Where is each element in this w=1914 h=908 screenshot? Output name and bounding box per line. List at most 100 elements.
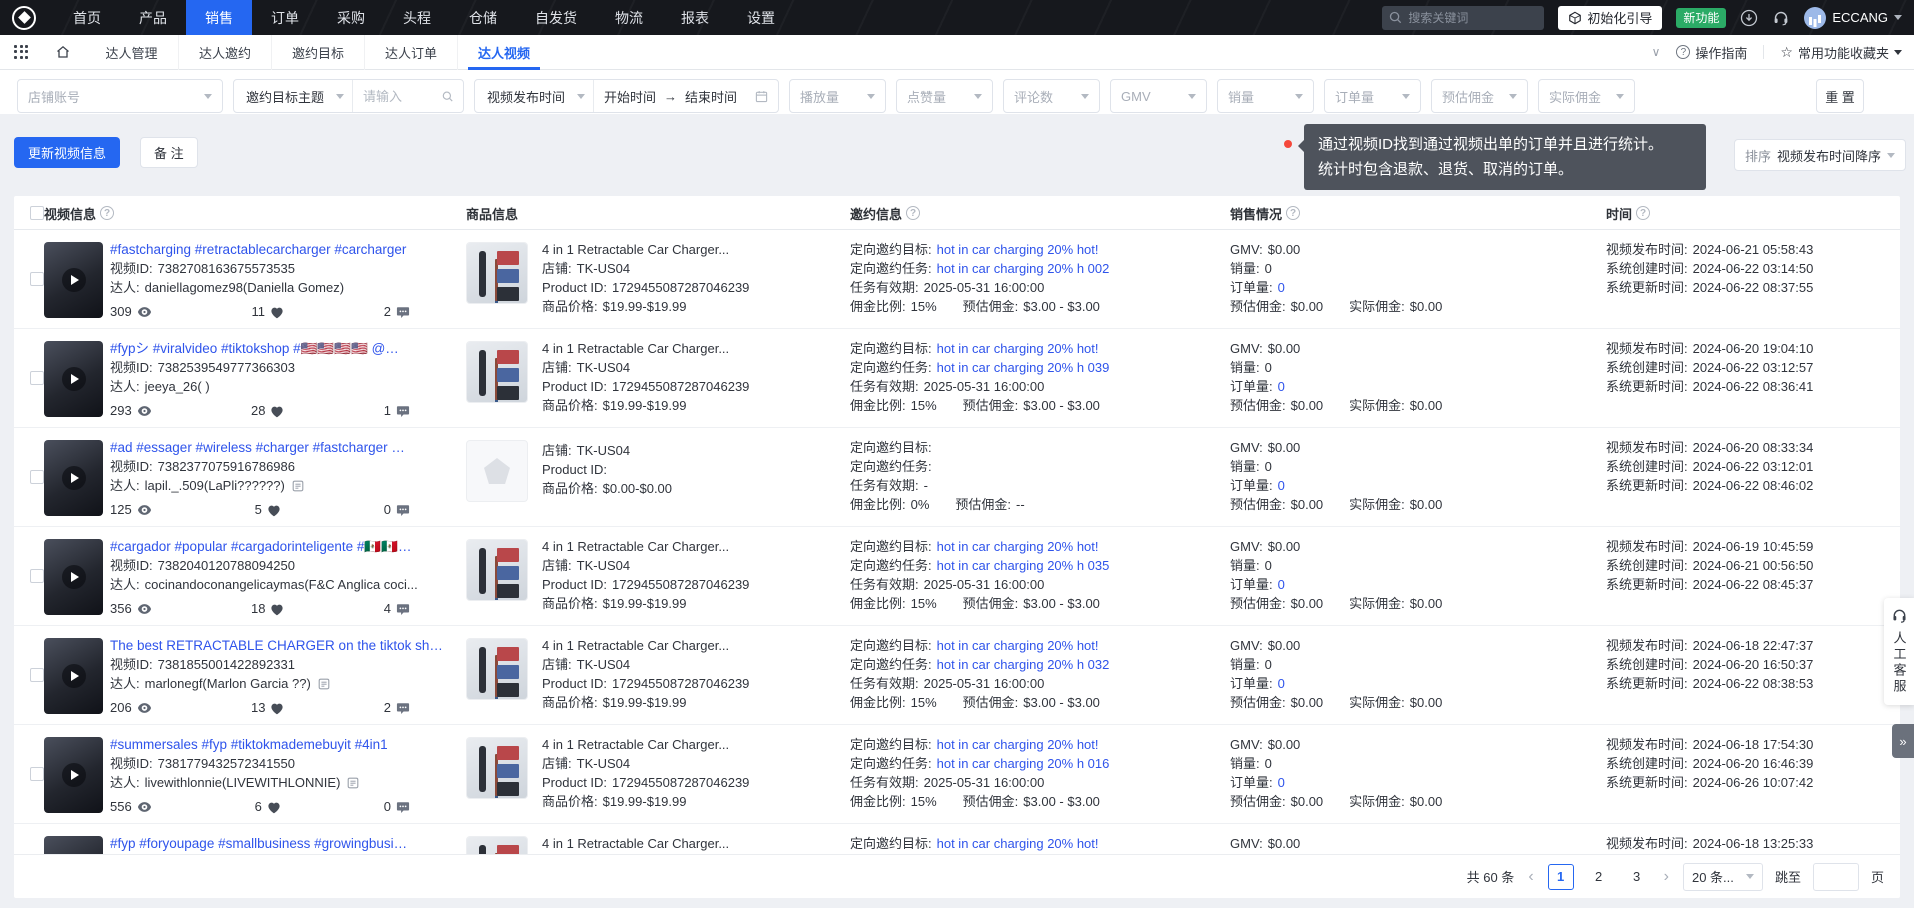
est-commission-filter-select[interactable]: 预估佣金 [1431, 79, 1528, 113]
top-nav-item-reports[interactable]: 报表 [662, 0, 728, 35]
date-range-picker[interactable]: 开始时间 → 结束时间 [593, 80, 778, 112]
operation-guide-link[interactable]: ? 操作指南 [1676, 43, 1747, 62]
info-icon[interactable]: ? [906, 206, 920, 220]
top-nav-item-product[interactable]: 产品 [120, 0, 186, 35]
home-icon[interactable] [55, 44, 71, 60]
video-title-link[interactable]: #ad #essager #wireless #charger #fastcha… [110, 440, 458, 456]
invite-theme-select[interactable]: 邀约目标主题 [234, 80, 352, 112]
order-qty-link[interactable]: 0 [1278, 577, 1285, 593]
keyword-input[interactable] [363, 89, 442, 104]
likes-filter-select[interactable]: 点赞量 [896, 79, 993, 113]
actual-commission-filter-select[interactable]: 实际佣金 [1538, 79, 1635, 113]
apps-grid-icon[interactable] [14, 45, 29, 60]
product-title[interactable]: 4 in 1 Retractable Car Charger... [542, 638, 842, 654]
note-icon[interactable] [347, 777, 359, 789]
product-thumbnail[interactable] [466, 737, 528, 799]
invite-task-link[interactable]: hot in car charging 20% h 039 [937, 360, 1110, 376]
favorites-menu[interactable]: ☆ 常用功能收藏夹 [1780, 43, 1902, 62]
top-nav-item-firstmile[interactable]: 头程 [384, 0, 450, 35]
tab-influencer-orders[interactable]: 达人订单 [364, 35, 457, 70]
product-thumbnail[interactable] [466, 836, 528, 854]
top-nav-item-selffulfill[interactable]: 自发货 [516, 0, 596, 35]
account-menu[interactable]: ECCANG [1804, 7, 1902, 29]
info-icon[interactable]: ? [1286, 206, 1300, 220]
new-feature-button[interactable]: 新功能 [1676, 8, 1726, 28]
orders-filter-select[interactable]: 订单量 [1324, 79, 1421, 113]
video-title-link[interactable]: #fastcharging #retractablecarcharger #ca… [110, 242, 458, 258]
top-nav-item-home[interactable]: 首页 [54, 0, 120, 35]
info-icon[interactable]: ? [100, 206, 114, 220]
top-nav-item-orders[interactable]: 订单 [252, 0, 318, 35]
invite-target-link[interactable]: hot in car charging 20% hot! [937, 539, 1099, 555]
shop-account-select[interactable]: 店铺账号 [17, 79, 223, 113]
comments-filter-select[interactable]: 评论数 [1003, 79, 1100, 113]
views-filter-select[interactable]: 播放量 [789, 79, 886, 113]
page-button-1[interactable]: 1 [1548, 864, 1574, 890]
page-button-3[interactable]: 3 [1624, 864, 1650, 890]
next-page-button[interactable]: › [1662, 868, 1671, 886]
tab-influencer-invitation[interactable]: 达人邀约 [178, 35, 271, 70]
note-button[interactable]: 备 注 [140, 137, 198, 168]
video-thumbnail[interactable] [44, 440, 103, 516]
customer-service-widget[interactable]: 人工客服 [1884, 598, 1914, 705]
page-size-select[interactable]: 20 条... [1683, 863, 1763, 891]
row-checkbox[interactable] [30, 569, 44, 583]
top-nav-item-purchase[interactable]: 采购 [318, 0, 384, 35]
invite-target-link[interactable]: hot in car charging 20% hot! [937, 836, 1099, 852]
brand-logo-icon[interactable] [12, 6, 36, 30]
video-thumbnail[interactable] [44, 737, 103, 813]
order-qty-link[interactable]: 0 [1278, 379, 1285, 395]
download-icon[interactable] [1740, 9, 1758, 27]
order-qty-link[interactable]: 0 [1278, 775, 1285, 791]
note-icon[interactable] [292, 480, 304, 492]
top-nav-item-warehouse[interactable]: 仓储 [450, 0, 516, 35]
video-title-link[interactable]: The best RETRACTABLE CHARGER on the tikt… [110, 638, 458, 654]
product-title[interactable]: 4 in 1 Retractable Car Charger... [542, 737, 842, 753]
update-video-info-button[interactable]: 更新视频信息 [14, 137, 120, 168]
invite-target-link[interactable]: hot in car charging 20% hot! [937, 737, 1099, 753]
invite-task-link[interactable]: hot in car charging 20% h 032 [937, 657, 1110, 673]
product-thumbnail[interactable] [466, 341, 528, 403]
prev-page-button[interactable]: ‹ [1526, 868, 1535, 886]
row-checkbox[interactable] [30, 470, 44, 484]
row-checkbox[interactable] [30, 668, 44, 682]
jump-to-input[interactable] [1813, 863, 1859, 891]
product-title[interactable]: 4 in 1 Retractable Car Charger... [542, 242, 842, 258]
product-thumbnail[interactable] [466, 242, 528, 304]
video-title-link[interactable]: #summersales #fyp #tiktokmademebuyit #4i… [110, 737, 458, 753]
video-thumbnail[interactable] [44, 539, 103, 615]
search-input[interactable] [1382, 6, 1544, 30]
product-thumbnail[interactable] [466, 638, 528, 700]
product-thumbnail[interactable] [466, 539, 528, 601]
init-guide-button[interactable]: 初始化引导 [1558, 6, 1662, 30]
video-thumbnail[interactable] [44, 638, 103, 714]
sort-select[interactable]: 排序 视频发布时间降序 [1734, 139, 1906, 171]
invite-task-link[interactable]: hot in car charging 20% h 016 [937, 756, 1110, 772]
headset-icon[interactable] [1772, 9, 1790, 27]
video-thumbnail[interactable] [44, 836, 103, 854]
tab-influencer-videos[interactable]: 达人视频 [457, 35, 550, 70]
top-nav-item-settings[interactable]: 设置 [728, 0, 794, 35]
info-icon[interactable]: ? [1636, 206, 1650, 220]
invite-target-link[interactable]: hot in car charging 20% hot! [937, 341, 1099, 357]
order-qty-link[interactable]: 0 [1278, 676, 1285, 692]
invite-target-link[interactable]: hot in car charging 20% hot! [937, 638, 1099, 654]
product-title[interactable]: 4 in 1 Retractable Car Charger... [542, 836, 842, 852]
product-title[interactable]: 4 in 1 Retractable Car Charger... [542, 341, 842, 357]
video-thumbnail[interactable] [44, 242, 103, 318]
date-type-select[interactable]: 视频发布时间 [475, 80, 593, 112]
invite-target-link[interactable]: hot in car charging 20% hot! [937, 242, 1099, 258]
row-checkbox[interactable] [30, 767, 44, 781]
order-qty-link[interactable]: 0 [1278, 478, 1285, 494]
reset-button[interactable]: 重 置 [1816, 79, 1864, 113]
collapse-chevron-icon[interactable]: ∨ [1652, 45, 1661, 59]
sales-filter-select[interactable]: 销量 [1217, 79, 1314, 113]
top-nav-item-sales[interactable]: 销售 [186, 0, 252, 35]
video-title-link[interactable]: #cargador #popular #cargadorinteligente … [110, 539, 458, 555]
tab-influencer-management[interactable]: 达人管理 [85, 35, 178, 70]
video-thumbnail[interactable] [44, 341, 103, 417]
collapse-panel-button[interactable]: » [1892, 724, 1914, 758]
page-button-2[interactable]: 2 [1586, 864, 1612, 890]
note-icon[interactable] [318, 678, 330, 690]
invite-task-link[interactable]: hot in car charging 20% h 035 [937, 558, 1110, 574]
